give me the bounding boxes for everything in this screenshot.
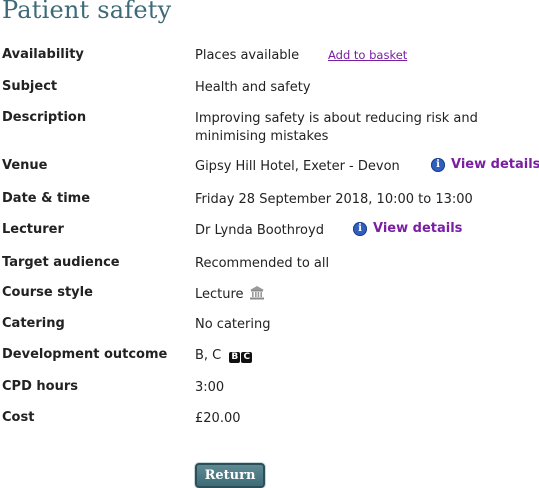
outcome-b-badge: B: [229, 352, 241, 363]
outcome-badges: BC: [229, 352, 253, 363]
outcome-c-badge: C: [241, 352, 253, 363]
target-audience-value: Recommended to all: [195, 256, 330, 271]
lecture-building-icon: [249, 285, 265, 306]
catering-value: No catering: [195, 317, 271, 332]
development-outcome-value-wrap: B, C BC: [195, 347, 253, 365]
availability-label: Availability: [2, 47, 84, 62]
availability-value: Places available: [195, 48, 300, 63]
description-label: Description: [2, 110, 87, 125]
add-to-basket-link[interactable]: Add to basket: [328, 48, 407, 62]
info-icon: i: [353, 221, 367, 236]
lecturer-label: Lecturer: [2, 222, 64, 237]
subject-label: Subject: [2, 79, 58, 94]
course-style-value-wrap: Lecture: [195, 285, 265, 306]
lecturer-value: Dr Lynda Boothroyd: [195, 223, 324, 238]
venue-view-details-link[interactable]: i View details: [431, 157, 539, 172]
cost-label: Cost: [2, 410, 35, 425]
return-button[interactable]: Return: [195, 463, 265, 488]
catering-label: Catering: [2, 316, 65, 331]
venue-value: Gipsy Hill Hotel, Exeter - Devon: [195, 159, 400, 174]
cpd-hours-value: 3:00: [195, 380, 225, 395]
description-value: Improving safety is about reducing risk …: [195, 111, 478, 144]
date-time-label: Date & time: [2, 191, 91, 206]
info-icon: i: [431, 157, 445, 172]
venue-view-details-label: View details: [451, 157, 539, 172]
course-style-label: Course style: [2, 285, 93, 300]
subject-value: Health and safety: [195, 80, 311, 95]
target-audience-label: Target audience: [2, 255, 120, 270]
development-outcome-label: Development outcome: [2, 347, 168, 362]
date-time-value: Friday 28 September 2018, 10:00 to 13:00: [195, 192, 473, 207]
lecturer-view-details-label: View details: [373, 221, 463, 236]
cost-value: £20.00: [195, 411, 241, 426]
venue-label: Venue: [2, 158, 48, 173]
course-style-value: Lecture: [195, 287, 244, 302]
page-title: Patient safety: [2, 0, 172, 24]
cpd-hours-label: CPD hours: [2, 379, 78, 394]
lecturer-view-details-link[interactable]: i View details: [353, 221, 462, 236]
development-outcome-value: B, C: [195, 348, 222, 363]
